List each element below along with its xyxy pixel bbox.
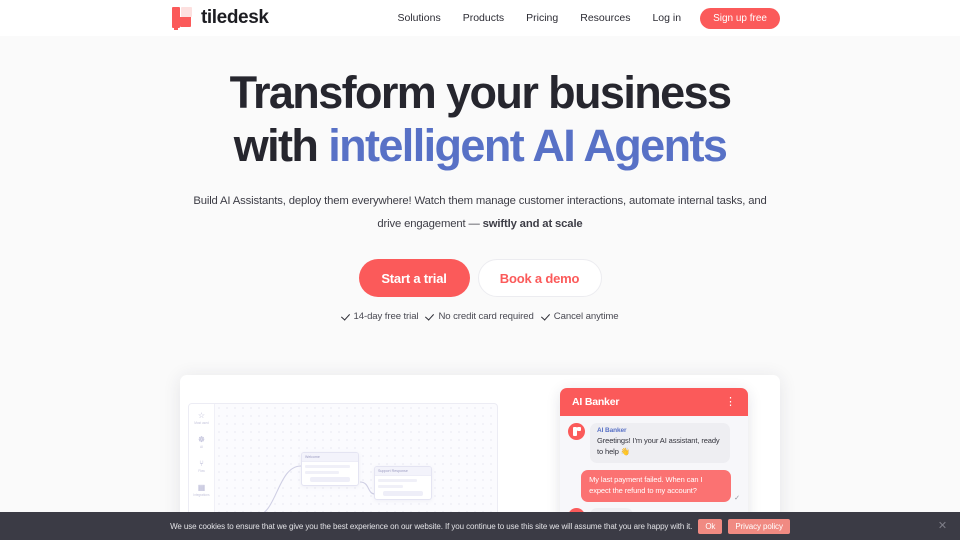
nav-item-login[interactable]: Log in: [641, 12, 692, 24]
nav-item-products[interactable]: Products: [452, 12, 515, 24]
flow-node-welcome[interactable]: Welcome: [301, 452, 359, 486]
headline-plain: with: [233, 120, 329, 171]
tiledesk-logo-icon: [172, 6, 194, 30]
sidebar-item-most-used[interactable]: ☆ Most used: [189, 411, 214, 425]
nav-item-resources[interactable]: Resources: [569, 12, 641, 24]
sidebar-label: Most used: [194, 421, 209, 426]
kebab-menu-icon[interactable]: ⋮: [725, 397, 736, 408]
nav-item-solutions[interactable]: Solutions: [387, 12, 452, 24]
message-delivered-icon: ✓: [734, 494, 740, 502]
feature-item-no-card: No credit card required: [426, 311, 533, 322]
flow-node-line: [378, 479, 418, 482]
star-icon: ☆: [197, 411, 206, 420]
flow-node-button: [310, 477, 350, 482]
close-icon[interactable]: ✕: [937, 521, 948, 532]
main-nav: Solutions Products Pricing Resources Log…: [387, 0, 780, 36]
sidebar-item-flow[interactable]: ⑂ Flow: [189, 459, 214, 473]
flow-node-title: Welcome: [305, 454, 320, 460]
cookie-ok-button[interactable]: Ok: [698, 518, 723, 534]
ai-icon: ☸: [197, 435, 206, 444]
page-title: Transform your business with intelligent…: [0, 70, 960, 168]
check-icon: [342, 312, 351, 321]
book-a-demo-button[interactable]: Book a demo: [477, 259, 602, 298]
sidebar-label: Integrations: [193, 493, 210, 498]
privacy-policy-button[interactable]: Privacy policy: [728, 518, 790, 534]
headline-line-2: with intelligent AI Agents: [0, 123, 960, 168]
hero-subtitle: Build AI Assistants, deploy them everywh…: [180, 190, 780, 235]
chat-widget-header: AI Banker ⋮: [560, 388, 748, 416]
bot-avatar-icon: [568, 423, 585, 440]
flow-node-support-response[interactable]: Support Response: [374, 466, 432, 500]
hero-section: Transform your business with intelligent…: [0, 36, 960, 322]
nav-item-pricing[interactable]: Pricing: [515, 12, 569, 24]
sidebar-item-ai[interactable]: ☸ AI: [189, 435, 214, 449]
sidebar-item-integrations[interactable]: ▦ Integrations: [189, 483, 214, 497]
cookie-message: We use cookies to ensure that we give yo…: [170, 521, 693, 531]
subtitle-text: Build AI Assistants, deploy them everywh…: [193, 195, 767, 230]
site-header: tiledesk Solutions Products Pricing Reso…: [0, 0, 960, 36]
check-icon: [426, 312, 435, 321]
feature-label: 14-day free trial: [353, 311, 419, 323]
integrations-icon: ▦: [197, 483, 206, 492]
logo[interactable]: tiledesk: [172, 6, 269, 30]
chat-bubble: AI Banker Greetings! I'm your AI assista…: [590, 423, 730, 463]
flow-icon: ⑂: [199, 459, 204, 468]
flow-node-line: [305, 465, 350, 468]
sidebar-label: Flow: [198, 469, 205, 474]
start-a-trial-button[interactable]: Start a trial: [358, 259, 470, 298]
flow-node-line: [305, 471, 339, 474]
logo-text: tiledesk: [201, 7, 269, 28]
check-icon: [542, 312, 551, 321]
flow-node-header: Welcome: [302, 453, 358, 462]
subtitle-emphasis: swiftly and at scale: [482, 217, 583, 230]
feature-label: Cancel anytime: [553, 311, 619, 323]
cookie-consent-banner: We use cookies to ensure that we give yo…: [0, 512, 960, 540]
feature-list: 14-day free trial No credit card require…: [0, 311, 960, 322]
feature-item-trial: 14-day free trial: [342, 311, 419, 322]
flow-node-header: Support Response: [375, 467, 431, 476]
feature-item-cancel: Cancel anytime: [542, 311, 619, 322]
chat-message-text: Greetings! I'm your AI assistant, ready …: [597, 436, 720, 456]
flow-node-title: Support Response: [378, 468, 408, 474]
headline-accent: intelligent AI Agents: [328, 120, 728, 171]
chat-widget-title: AI Banker: [572, 396, 620, 408]
feature-label: No credit card required: [438, 311, 534, 323]
sidebar-label: AI: [200, 445, 203, 450]
headline-line-1: Transform your business: [229, 67, 732, 118]
signup-free-button[interactable]: Sign up free: [700, 7, 780, 29]
chat-sender-name: AI Banker: [597, 427, 627, 434]
chat-message-user: My last payment failed. When can I expec…: [568, 469, 740, 502]
chat-message-bot: AI Banker Greetings! I'm your AI assista…: [568, 423, 740, 463]
flow-node-button: [383, 491, 423, 496]
cta-row: Start a trial Book a demo: [0, 259, 960, 298]
chat-bubble: My last payment failed. When can I expec…: [581, 469, 732, 502]
flow-node-line: [378, 485, 404, 488]
